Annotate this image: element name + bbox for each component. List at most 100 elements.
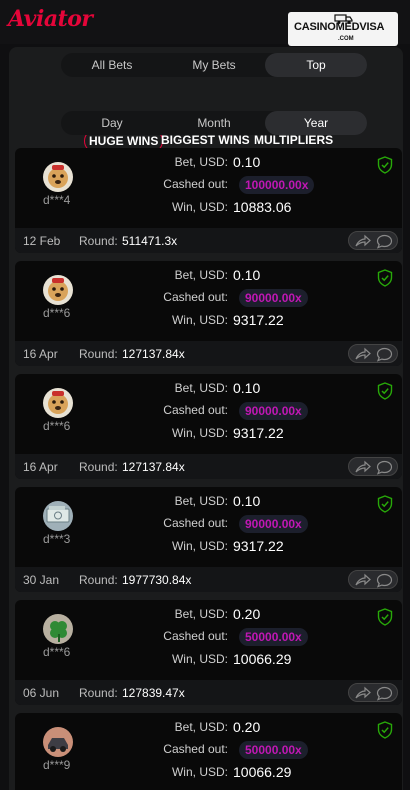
win-label: Win, USD:	[171, 426, 228, 440]
win-label: Win, USD:	[171, 765, 228, 779]
round-multiplier: 127137.84x	[122, 460, 185, 474]
chat-icon	[376, 234, 393, 249]
win-label: Win, USD:	[171, 313, 228, 327]
win-amount: 9317.22	[233, 425, 284, 441]
cashed-out-label: Cashed out:	[163, 403, 228, 417]
bet-date: 12 Feb	[23, 234, 61, 248]
money-avatar	[43, 501, 73, 531]
bet-amount: 0.10	[233, 154, 261, 170]
round-multiplier: 127839.47x	[122, 686, 185, 700]
win-amount: 10066.29	[233, 651, 292, 667]
tab-top[interactable]: Top	[265, 53, 367, 77]
brand-name: CASINOMEDVISA	[294, 21, 385, 33]
shield-check-icon[interactable]	[377, 156, 393, 174]
bet-footer: 30 Jan Round: 1977730.84x	[15, 567, 402, 592]
shield-check-icon[interactable]	[377, 382, 393, 400]
share-icon	[355, 234, 371, 247]
period-day[interactable]: Day	[61, 111, 163, 135]
bet-label: Bet, USD:	[174, 268, 228, 282]
bet-footer: 16 Apr Round: 127137.84x	[15, 341, 402, 366]
cashed-out-multiplier: 50000.00x	[239, 628, 308, 646]
username: d***4	[43, 193, 71, 207]
round-multiplier: 127137.84x	[122, 347, 185, 361]
bet-amount: 0.20	[233, 606, 261, 622]
round-multiplier: 511471.3x	[122, 234, 178, 248]
bet-label: Bet, USD:	[174, 720, 228, 734]
period-month[interactable]: Month	[163, 111, 265, 135]
win-amount: 9317.22	[233, 312, 284, 328]
round-label: Round:	[79, 234, 118, 248]
bet-card: d***6 Bet, USD: 0.10 Cashed out: 90000.0…	[15, 261, 402, 366]
bet-card: d***3 Bet, USD: 0.10 Cashed out: 90000.0…	[15, 487, 402, 592]
dog-avatar	[43, 162, 73, 192]
share-button[interactable]	[348, 570, 398, 589]
bet-card: d***4 Bet, USD: 0.10 Cashed out: 100000.…	[15, 148, 402, 253]
bet-footer: 06 Jun Round: 127839.47x	[15, 680, 402, 705]
username: d***6	[43, 419, 71, 433]
win-label: Win, USD:	[171, 539, 228, 553]
clover-avatar	[43, 614, 73, 644]
share-icon	[355, 573, 371, 586]
round-label: Round:	[79, 573, 118, 587]
win-label: Win, USD:	[171, 200, 228, 214]
bet-date: 16 Apr	[23, 460, 58, 474]
shield-check-icon[interactable]	[377, 269, 393, 287]
cashed-out-label: Cashed out:	[163, 629, 228, 643]
period-tabs: Day Month Year	[61, 111, 367, 135]
shield-check-icon[interactable]	[377, 608, 393, 626]
username: d***9	[43, 758, 71, 772]
share-button[interactable]	[348, 457, 398, 476]
chat-icon	[376, 460, 393, 475]
bet-card: d***9 Bet, USD: 0.20 Cashed out: 50000.0…	[15, 713, 402, 790]
period-year[interactable]: Year	[265, 111, 367, 135]
top-bar: Aviator CASINOMEDVISA .COM	[0, 0, 410, 46]
bet-date: 16 Apr	[23, 347, 58, 361]
username: d***6	[43, 306, 71, 320]
cashed-out-multiplier: 90000.00x	[239, 289, 308, 307]
win-amount: 10066.29	[233, 764, 292, 780]
aviator-logo: Aviator	[8, 6, 93, 32]
tab-my-bets[interactable]: My Bets	[163, 53, 265, 77]
bet-footer: 12 Feb Round: 511471.3x	[15, 228, 402, 253]
share-button[interactable]	[348, 231, 398, 250]
win-amount: 10883.06	[233, 199, 292, 215]
round-label: Round:	[79, 460, 118, 474]
cashed-out-multiplier: 50000.00x	[239, 741, 308, 759]
bet-footer: 16 Apr Round: 127137.84x	[15, 454, 402, 479]
share-button[interactable]	[348, 683, 398, 702]
tab-all-bets[interactable]: All Bets	[61, 53, 163, 77]
share-button[interactable]	[348, 344, 398, 363]
bets-tabs: All Bets My Bets Top	[61, 53, 367, 77]
bet-label: Bet, USD:	[174, 494, 228, 508]
share-icon	[355, 347, 371, 360]
cashed-out-label: Cashed out:	[163, 177, 228, 191]
cashed-out-label: Cashed out:	[163, 516, 228, 530]
shield-check-icon[interactable]	[377, 495, 393, 513]
bet-card: d***6 Bet, USD: 0.20 Cashed out: 50000.0…	[15, 600, 402, 705]
bet-date: 06 Jun	[23, 686, 60, 700]
shield-check-icon[interactable]	[377, 721, 393, 739]
bet-amount: 0.10	[233, 267, 261, 283]
win-label: Win, USD:	[171, 652, 228, 666]
share-icon	[355, 460, 371, 473]
watermark-badge: CASINOMEDVISA .COM	[288, 12, 398, 46]
round-label: Round:	[79, 347, 118, 361]
cashed-out-multiplier: 90000.00x	[239, 402, 308, 420]
dog-avatar	[43, 275, 73, 305]
win-amount: 9317.22	[233, 538, 284, 554]
bet-card: d***6 Bet, USD: 0.10 Cashed out: 90000.0…	[15, 374, 402, 479]
chat-icon	[376, 573, 393, 588]
brand-domain: .COM	[338, 36, 354, 42]
cashed-out-label: Cashed out:	[163, 742, 228, 756]
bet-date: 30 Jan	[23, 573, 60, 587]
cashed-out-label: Cashed out:	[163, 290, 228, 304]
chat-icon	[376, 347, 393, 362]
bet-amount: 0.10	[233, 380, 261, 396]
bet-label: Bet, USD:	[174, 155, 228, 169]
cashed-out-multiplier: 90000.00x	[239, 515, 308, 533]
cashed-out-multiplier: 100000.00x	[239, 176, 315, 194]
bet-label: Bet, USD:	[174, 607, 228, 621]
share-icon	[355, 686, 371, 699]
username: d***6	[43, 645, 71, 659]
bet-amount: 0.20	[233, 719, 261, 735]
